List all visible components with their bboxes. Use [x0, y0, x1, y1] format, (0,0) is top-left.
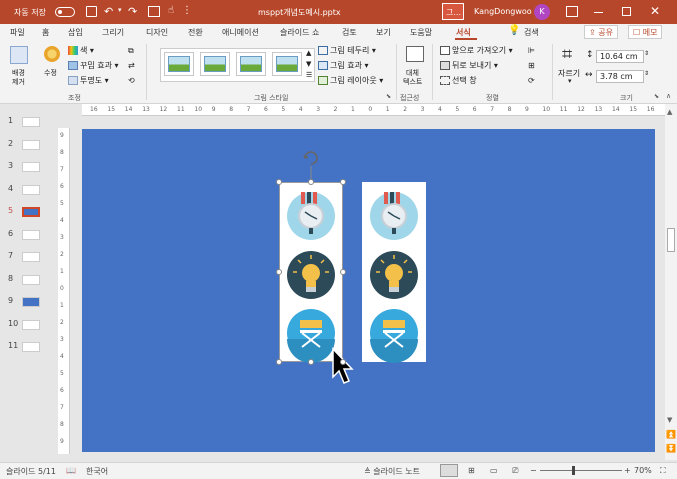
lightbulb-icon: [369, 250, 419, 300]
normal-view-button[interactable]: [440, 464, 458, 477]
icon-layer: [286, 151, 419, 384]
zoom-slider-thumb[interactable]: [572, 466, 575, 475]
zoom-slider[interactable]: [540, 470, 622, 471]
rotation-handle-icon[interactable]: [303, 151, 318, 165]
notes-icon: ≜: [364, 467, 374, 476]
fit-to-window-icon[interactable]: ⛶: [660, 466, 666, 476]
scrollbar-thumb[interactable]: [667, 228, 675, 252]
reading-view-icon[interactable]: ▭: [490, 466, 498, 475]
resize-handle-bottom-left[interactable]: [276, 359, 282, 365]
spelling-icon[interactable]: 📖: [66, 466, 76, 475]
director-chair-icon: [369, 308, 419, 364]
resize-handle-bottom[interactable]: [308, 359, 314, 365]
zoom-in-icon[interactable]: +: [624, 466, 631, 475]
resize-handle-bottom-right[interactable]: [340, 359, 346, 365]
scroll-down-icon[interactable]: ▼: [667, 416, 672, 424]
resize-handle-top-left[interactable]: [276, 179, 282, 185]
language-indicator[interactable]: 한국어: [86, 466, 108, 477]
lightbulb-icon: [286, 250, 336, 300]
resize-handle-top[interactable]: [308, 179, 314, 185]
clock-icon: [369, 191, 419, 241]
slide-counter: 슬라이드 5/11: [6, 467, 56, 476]
slide-sorter-icon[interactable]: ⊞: [468, 466, 475, 475]
mouse-pointer-icon: [332, 347, 354, 384]
previous-slide-icon[interactable]: ⏫: [666, 430, 676, 439]
scroll-up-icon[interactable]: ▲: [667, 108, 672, 116]
vertical-scrollbar[interactable]: [665, 104, 677, 460]
notes-button[interactable]: ≜ 슬라이드 노트: [364, 466, 420, 477]
zoom-level[interactable]: 70%: [634, 466, 652, 475]
director-chair-icon: [286, 308, 336, 364]
next-slide-icon[interactable]: ⏬: [666, 444, 676, 453]
zoom-out-icon[interactable]: −: [530, 466, 537, 475]
resize-handle-left[interactable]: [276, 269, 282, 275]
resize-handle-top-right[interactable]: [340, 179, 346, 185]
resize-handle-right[interactable]: [340, 269, 346, 275]
slideshow-view-icon[interactable]: ⎚: [512, 466, 518, 476]
clock-icon: [286, 191, 336, 241]
